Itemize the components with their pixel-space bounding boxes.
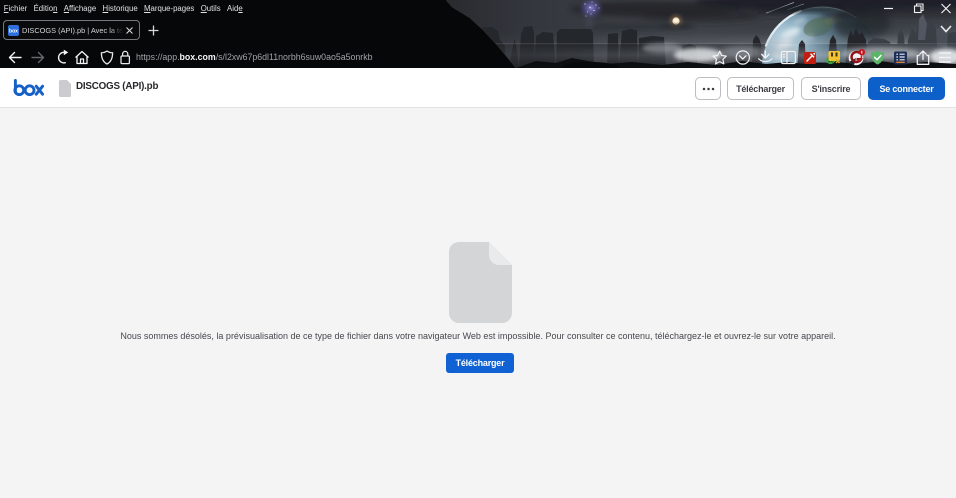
svg-text:box: box (9, 28, 18, 34)
